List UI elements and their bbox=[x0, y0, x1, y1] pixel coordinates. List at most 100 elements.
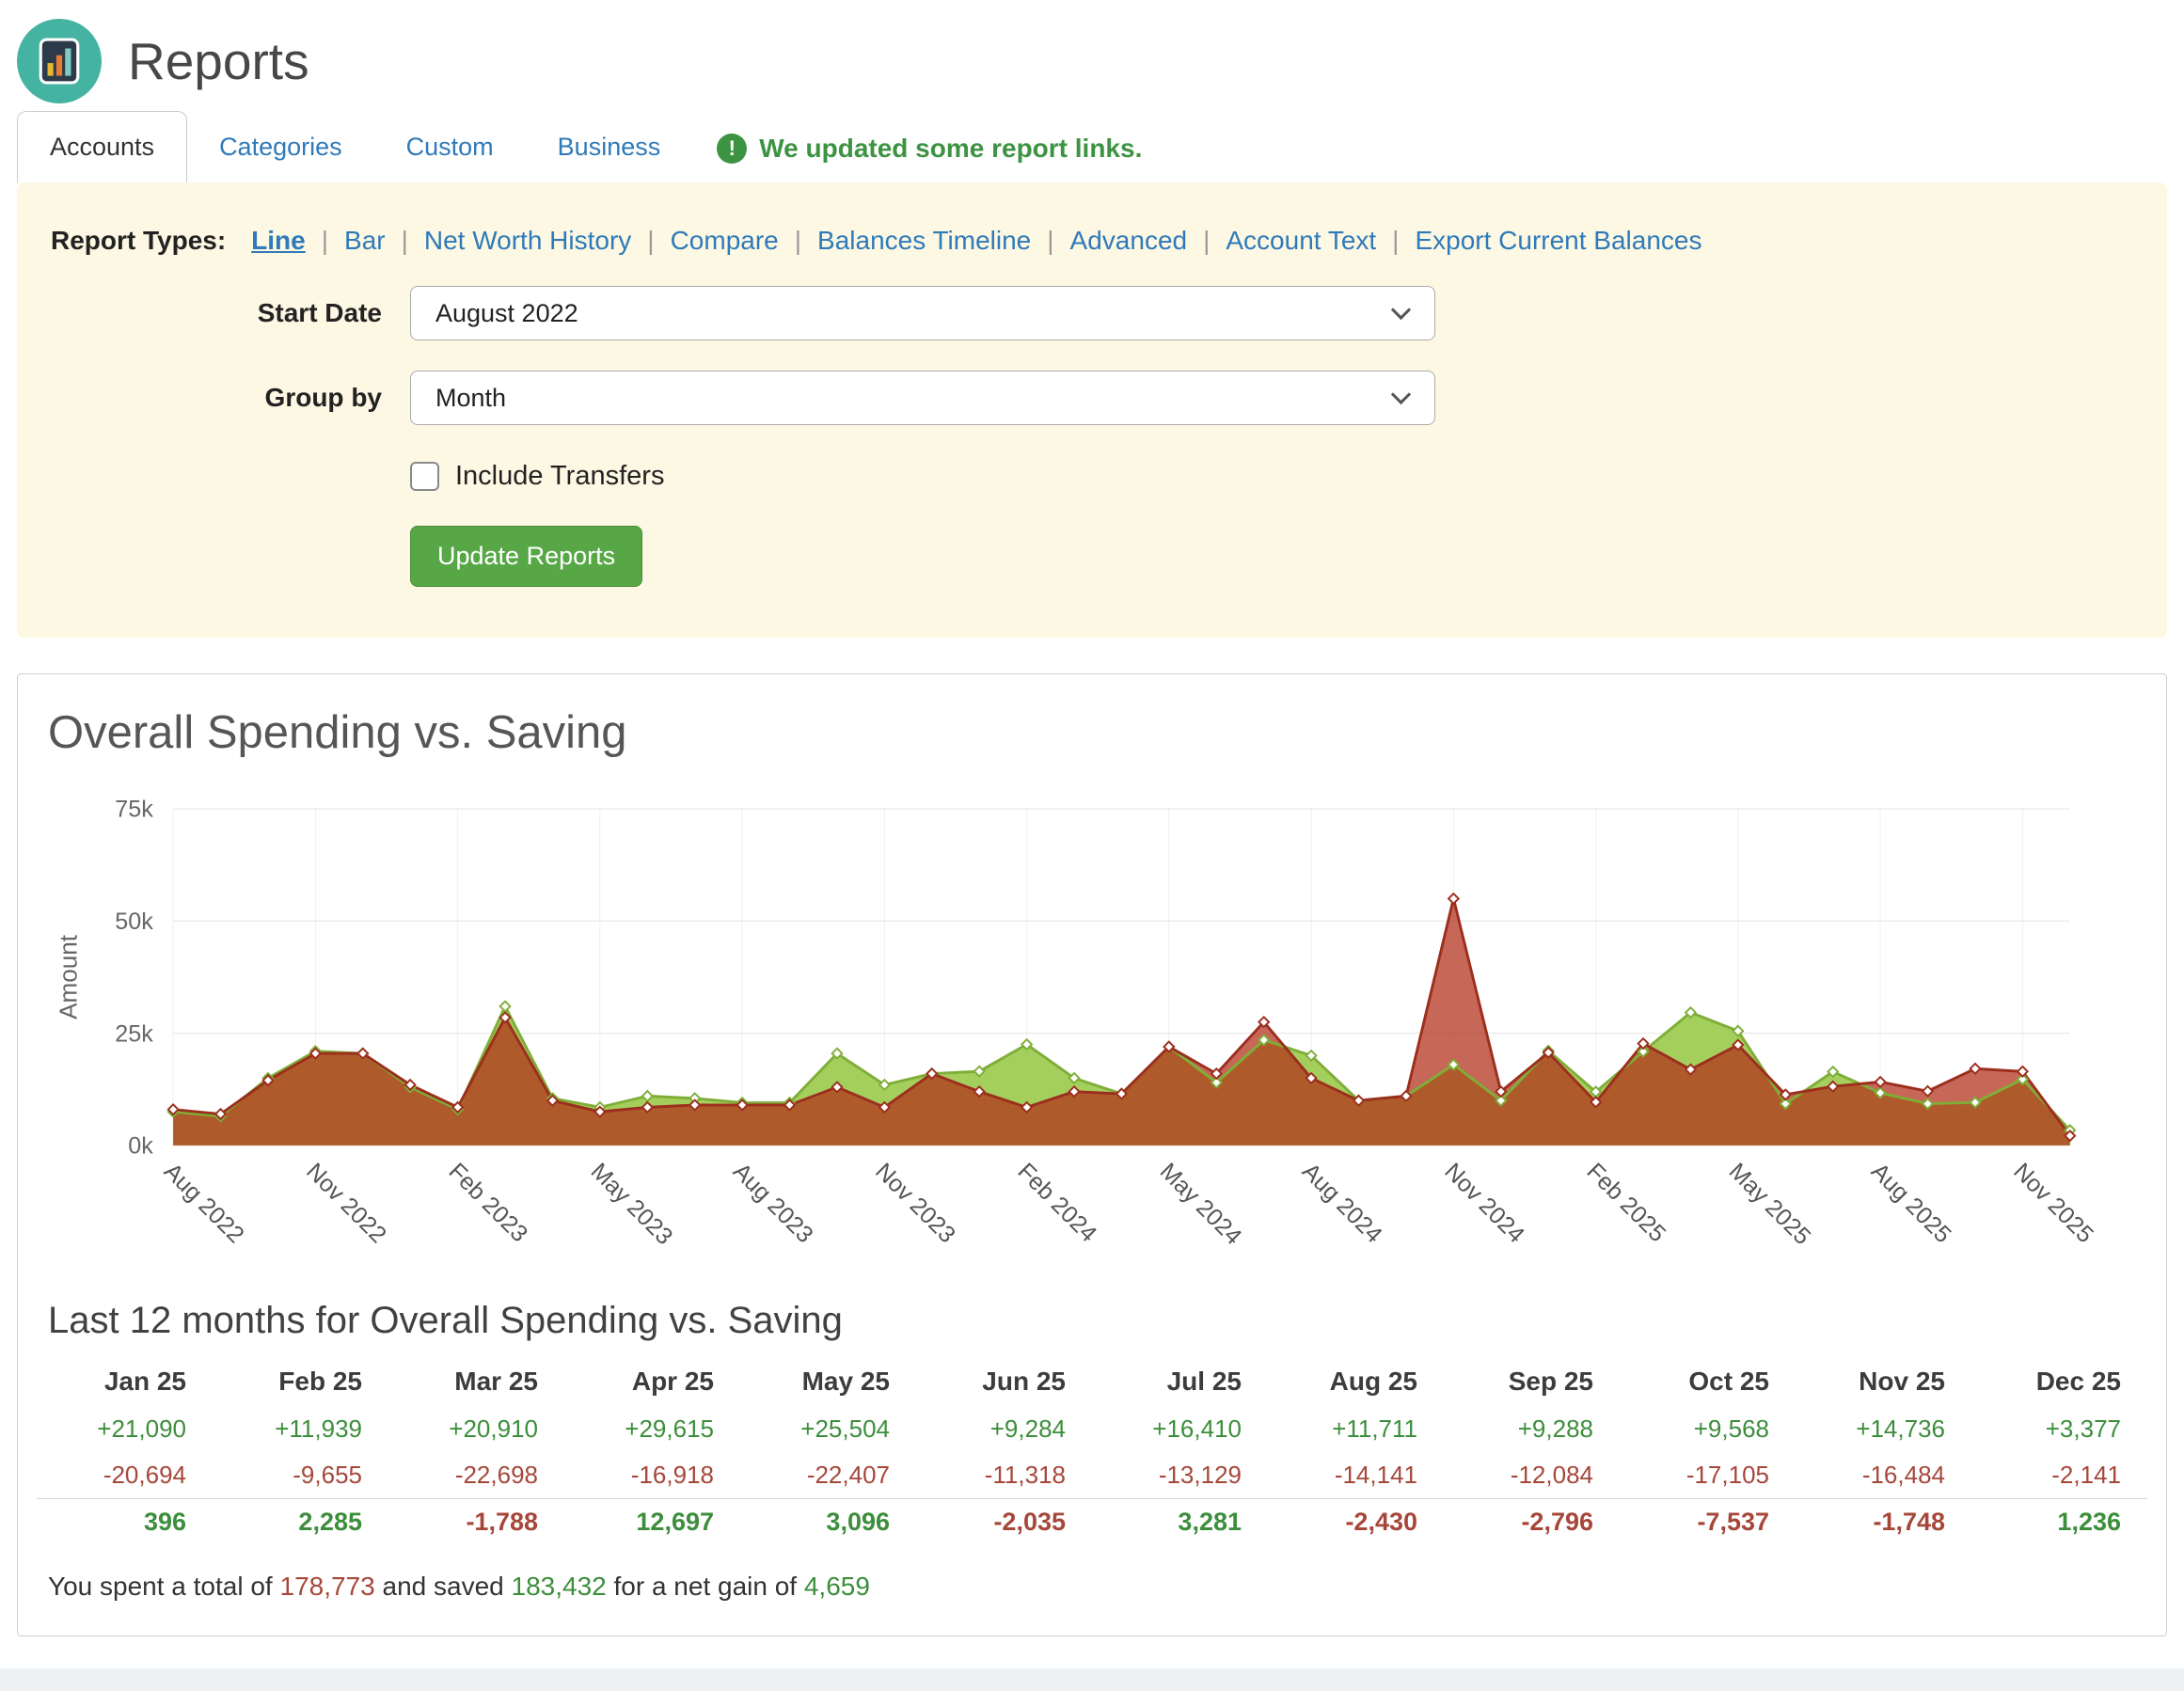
y-tick-label: 0k bbox=[128, 1133, 153, 1160]
summary-col-header: Jul 25 bbox=[1092, 1355, 1268, 1406]
net-cell: -1,788 bbox=[388, 1499, 564, 1546]
spent-cell: -20,694 bbox=[37, 1452, 213, 1499]
tab-custom[interactable]: Custom bbox=[374, 112, 526, 182]
net-gain: 4,659 bbox=[804, 1572, 870, 1601]
total-saved: 183,432 bbox=[512, 1572, 607, 1601]
x-tick-label: Nov 2023 bbox=[870, 1158, 960, 1248]
net-cell: -2,796 bbox=[1444, 1499, 1620, 1546]
report-type-balances-timeline[interactable]: Balances Timeline bbox=[817, 226, 1031, 255]
saved-cell: +9,568 bbox=[1620, 1406, 1796, 1452]
update-reports-button[interactable]: Update Reports bbox=[410, 526, 642, 587]
spent-cell: -13,129 bbox=[1092, 1452, 1268, 1499]
x-tick-label: Nov 2024 bbox=[1439, 1158, 1529, 1248]
spent-cell: -12,084 bbox=[1444, 1452, 1620, 1499]
tab-business[interactable]: Business bbox=[526, 112, 693, 182]
saved-cell: +21,090 bbox=[37, 1406, 213, 1452]
last-12-months-table: Jan 25Feb 25Mar 25Apr 25May 25Jun 25Jul … bbox=[37, 1355, 2147, 1545]
spent-cell: -22,407 bbox=[740, 1452, 916, 1499]
totals-mid2: for a net gain of bbox=[607, 1572, 804, 1601]
saving-marker bbox=[500, 1002, 511, 1012]
filter-panel: Report Types: Line | Bar | Net Worth History |… bbox=[17, 182, 2167, 638]
spent-cell: -2,141 bbox=[1971, 1452, 2147, 1499]
include-transfers-checkbox[interactable] bbox=[410, 462, 439, 491]
saved-cell: +11,939 bbox=[213, 1406, 388, 1452]
report-type-bar[interactable]: Bar bbox=[344, 226, 386, 255]
saved-cell: +11,711 bbox=[1268, 1406, 1444, 1452]
summary-col-header: Sep 25 bbox=[1444, 1355, 1620, 1406]
start-date-select[interactable]: August 2022 bbox=[410, 286, 1435, 340]
reports-page: Reports Accounts Categories Custom Busin… bbox=[0, 0, 2184, 1691]
report-type-net-worth-history[interactable]: Net Worth History bbox=[424, 226, 631, 255]
x-tick-label: May 2023 bbox=[586, 1158, 678, 1250]
separator: | bbox=[795, 226, 801, 255]
spent-cell: -9,655 bbox=[213, 1452, 388, 1499]
report-type-advanced[interactable]: Advanced bbox=[1070, 226, 1188, 255]
report-type-account-text[interactable]: Account Text bbox=[1226, 226, 1376, 255]
separator: | bbox=[1392, 226, 1399, 255]
notice-text: We updated some report links. bbox=[759, 134, 1142, 164]
x-tick-label: Feb 2024 bbox=[1012, 1158, 1101, 1247]
summary-col-header: Jan 25 bbox=[37, 1355, 213, 1406]
update-notice: ! We updated some report links. bbox=[717, 134, 1142, 182]
summary-col-header: Apr 25 bbox=[564, 1355, 740, 1406]
report-type-export-current-balances[interactable]: Export Current Balances bbox=[1415, 226, 1701, 255]
group-by-row: Group by Month bbox=[51, 371, 2133, 425]
chevron-down-icon bbox=[1391, 300, 1411, 320]
summary-col-header: Feb 25 bbox=[213, 1355, 388, 1406]
start-date-row: Start Date August 2022 bbox=[51, 286, 2133, 340]
group-by-select[interactable]: Month bbox=[410, 371, 1435, 425]
summary-col-header: Nov 25 bbox=[1796, 1355, 1971, 1406]
totals-mid1: and saved bbox=[375, 1572, 512, 1601]
x-tick-label: Aug 2024 bbox=[1297, 1158, 1387, 1248]
page-bottom-strip bbox=[0, 1668, 2184, 1691]
net-row: 3962,285-1,78812,6973,096-2,0353,281-2,4… bbox=[37, 1499, 2147, 1546]
net-cell: 12,697 bbox=[564, 1499, 740, 1546]
alert-circle-icon: ! bbox=[717, 134, 747, 164]
group-by-label: Group by bbox=[51, 383, 382, 413]
net-cell: -2,035 bbox=[916, 1499, 1092, 1546]
y-tick-label: 50k bbox=[115, 909, 153, 935]
tab-accounts[interactable]: Accounts bbox=[17, 111, 187, 182]
report-types-label: Report Types: bbox=[51, 226, 226, 255]
chart-title: Overall Spending vs. Saving bbox=[48, 706, 2136, 759]
include-transfers-row: Include Transfers bbox=[410, 461, 2133, 492]
x-tick-label: Nov 2025 bbox=[2008, 1158, 2098, 1248]
summary-col-header: May 25 bbox=[740, 1355, 916, 1406]
summary-table: Jan 25Feb 25Mar 25Apr 25May 25Jun 25Jul … bbox=[37, 1355, 2147, 1545]
report-type-compare[interactable]: Compare bbox=[671, 226, 779, 255]
net-cell: -1,748 bbox=[1796, 1499, 1971, 1546]
summary-col-header: Aug 25 bbox=[1268, 1355, 1444, 1406]
spent-cell: -22,698 bbox=[388, 1452, 564, 1499]
saved-cell: +3,377 bbox=[1971, 1406, 2147, 1452]
net-cell: 2,285 bbox=[213, 1499, 388, 1546]
summary-col-header: Oct 25 bbox=[1620, 1355, 1796, 1406]
x-tick-label: Aug 2025 bbox=[1866, 1158, 1956, 1248]
spent-cell: -17,105 bbox=[1620, 1452, 1796, 1499]
totals-line: You spent a total of 178,773 and saved 1… bbox=[48, 1572, 2136, 1602]
reports-app-icon bbox=[17, 19, 102, 103]
saved-cell: +9,284 bbox=[916, 1406, 1092, 1452]
saved-cell: +9,288 bbox=[1444, 1406, 1620, 1452]
separator: | bbox=[647, 226, 654, 255]
start-date-label: Start Date bbox=[51, 298, 382, 328]
group-by-value: Month bbox=[435, 384, 506, 413]
tab-categories[interactable]: Categories bbox=[187, 112, 374, 182]
saved-cell: +20,910 bbox=[388, 1406, 564, 1452]
x-tick-label: Feb 2023 bbox=[443, 1158, 532, 1247]
net-cell: -2,430 bbox=[1268, 1499, 1444, 1546]
separator: | bbox=[322, 226, 328, 255]
saved-cell: +25,504 bbox=[740, 1406, 916, 1452]
saved-cell: +16,410 bbox=[1092, 1406, 1268, 1452]
y-axis-label: Amount bbox=[55, 934, 83, 1019]
y-tick-label: 75k bbox=[115, 797, 153, 823]
spent-cell: -14,141 bbox=[1268, 1452, 1444, 1499]
summary-col-header: Jun 25 bbox=[916, 1355, 1092, 1406]
separator: | bbox=[402, 226, 408, 255]
spending-chart-svg: 0k25k50k75kAmountAug 2022Nov 2022Feb 202… bbox=[37, 782, 2147, 1277]
x-tick-label: Feb 2025 bbox=[1581, 1158, 1670, 1247]
net-cell: 3,096 bbox=[740, 1499, 916, 1546]
spent-cell: -11,318 bbox=[916, 1452, 1092, 1499]
start-date-value: August 2022 bbox=[435, 299, 578, 328]
report-type-line[interactable]: Line bbox=[251, 226, 306, 255]
net-cell: 396 bbox=[37, 1499, 213, 1546]
